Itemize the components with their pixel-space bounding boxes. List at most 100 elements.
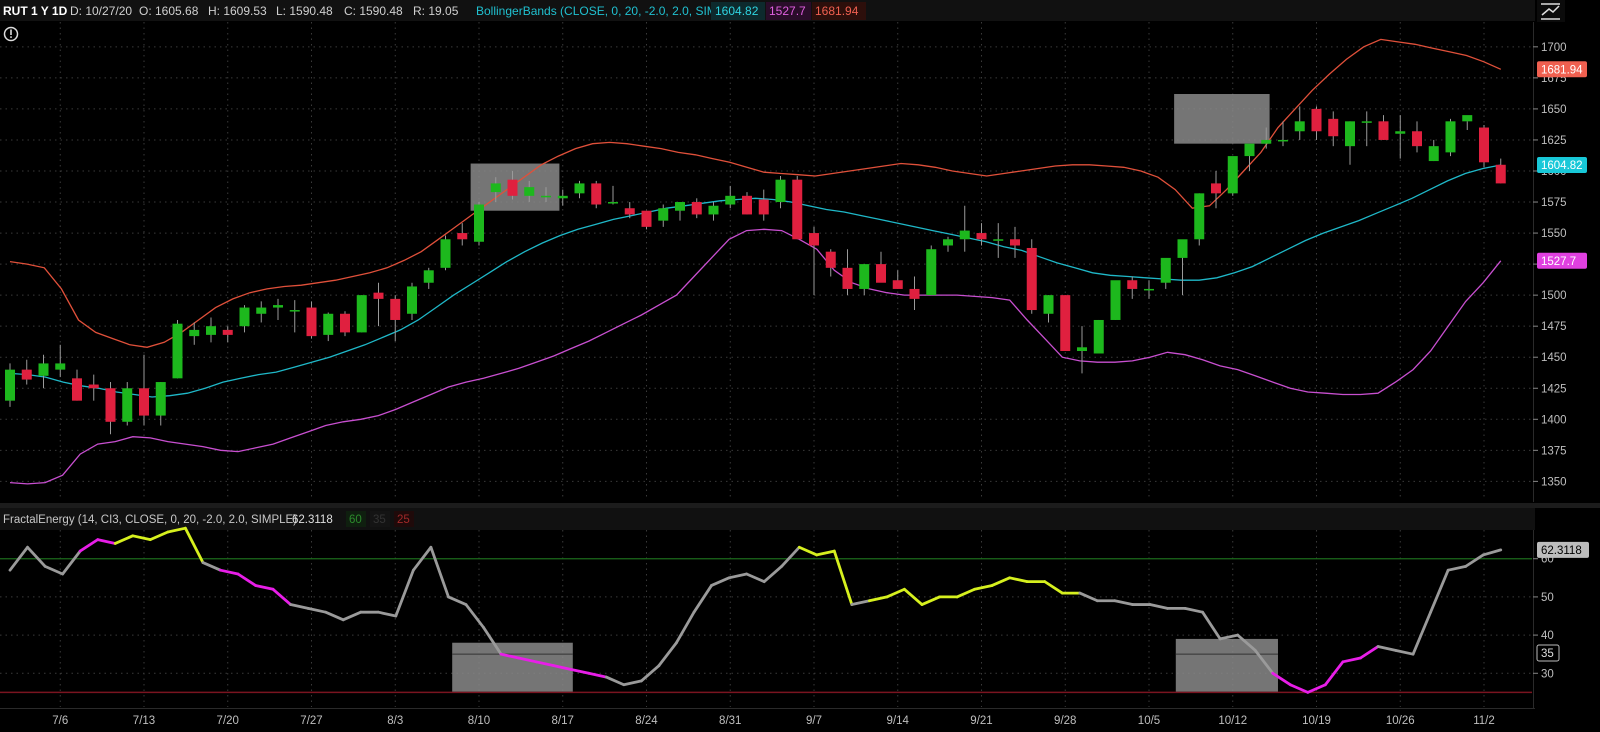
fe-segment (254, 584, 275, 591)
highlight-box (1175, 638, 1278, 692)
svg-text:1604.82: 1604.82 (1541, 160, 1583, 172)
candle-up (943, 236, 953, 252)
fe-axis-border (1533, 530, 1534, 708)
candle-body (675, 202, 685, 211)
time-axis[interactable]: 7/6 7/13 7/20 7/27 8/3 8/10 8/17 8/24 8/31 9/7 9/1… (52, 715, 1495, 727)
high-label: H: 1609.53 (208, 4, 267, 18)
candle-body (457, 233, 468, 240)
fe-segment (96, 538, 117, 545)
candle-body (1311, 108, 1322, 132)
candle-down (373, 282, 384, 327)
price-tick-label: 1450 (1541, 352, 1567, 364)
candle-up (1445, 118, 1456, 157)
fe-segment (797, 545, 819, 557)
lower-band-line (9, 228, 1502, 485)
candle-up (725, 185, 736, 209)
price-tick-label: 1425 (1541, 383, 1567, 395)
candle-body (1227, 156, 1238, 194)
symbol-label[interactable]: RUT 1 Y 1D (3, 4, 68, 18)
fe-segment (131, 534, 152, 542)
candle-up (1077, 326, 1087, 374)
fractal-study-label[interactable]: FractalEnergy (14, CI3, CLOSE, 0, 20, -2… (3, 514, 297, 526)
bollinger-study-label[interactable]: BollingerBands (CLOSE, 0, 20, -2.0, 2.0,… (476, 4, 743, 18)
candle-up (256, 301, 267, 323)
date-tick-label: 7/20 (217, 715, 239, 727)
candle-body (1294, 121, 1305, 132)
fe-segment (675, 610, 696, 645)
fe-segment (376, 610, 398, 618)
candle-body (1093, 319, 1104, 354)
level-lo-label: 25 (397, 514, 410, 526)
candle-up (1177, 239, 1188, 296)
candle-up (1361, 111, 1372, 147)
candle-up (122, 382, 133, 426)
candle-body (1361, 121, 1372, 123)
candle-down (758, 189, 769, 221)
fe-segment (394, 568, 415, 618)
fe-segment (26, 545, 47, 568)
candle-body (1211, 183, 1221, 194)
fe-segment (955, 587, 977, 599)
candle-up (775, 175, 786, 209)
candle-body (959, 230, 970, 240)
date-tick-label: 8/31 (719, 715, 741, 727)
candle-down (892, 270, 903, 289)
fe-segment (973, 584, 994, 591)
candle-body (1462, 115, 1473, 122)
date-tick-label: 9/21 (970, 715, 992, 727)
candle-down (792, 175, 803, 240)
fe-segment (587, 671, 608, 679)
fe-segment (1394, 648, 1415, 656)
fe-segment (990, 576, 1012, 587)
candle-body (825, 251, 836, 268)
fe-segment (1323, 660, 1345, 687)
candle-down (1010, 226, 1020, 258)
candle-down (1378, 115, 1389, 140)
candle-body (490, 183, 501, 193)
fe-segment (183, 526, 205, 564)
upper-value-label: 1681.94 (815, 4, 859, 18)
date-tick-label: 7/13 (133, 715, 155, 727)
candle-down (222, 326, 233, 343)
pane-separator[interactable] (0, 503, 1600, 508)
candle-down (1495, 158, 1506, 184)
candle-up (289, 300, 300, 333)
candle-body (1043, 295, 1054, 314)
fe-segment (1376, 645, 1397, 652)
price-tick-label: 1575 (1541, 197, 1567, 209)
candle-body (758, 199, 769, 215)
expand-chart-icon[interactable] (1537, 0, 1565, 22)
candle-body (474, 204, 484, 242)
fe-level-badge: 35 (1536, 644, 1560, 662)
upper-band-line (9, 38, 1502, 348)
mid-band-badge: 1604.82 (1537, 157, 1587, 174)
candle-body (574, 183, 585, 194)
candle-body (88, 384, 99, 389)
fe-segment (219, 568, 240, 576)
candle-up (1345, 121, 1355, 165)
chart-canvas[interactable]: RUT 1 Y 1D D: 10/27/20 O: 1605.68 H: 160… (0, 0, 1600, 732)
candle-body (624, 208, 635, 215)
candle-down (88, 374, 99, 401)
candle-up (1227, 156, 1238, 196)
candle-up (1428, 139, 1439, 162)
alert-info-icon[interactable] (3, 26, 19, 42)
candle-body (423, 270, 434, 283)
candle-body (859, 264, 870, 289)
candle-up (423, 267, 434, 289)
candle-body (1479, 127, 1489, 163)
open-label: O: 1605.68 (139, 4, 199, 18)
candle-body (1060, 295, 1071, 352)
candle-body (122, 388, 133, 422)
fe-segment (569, 668, 591, 675)
candle-body (5, 369, 15, 401)
candle-up (155, 382, 166, 426)
candle-down (641, 210, 652, 230)
candle-body (38, 363, 49, 376)
fe-segment (1288, 683, 1310, 694)
fe-segment (201, 561, 222, 572)
candle-body (1261, 139, 1272, 144)
date-tick-label: 10/19 (1302, 715, 1331, 727)
candle-body (1026, 247, 1037, 311)
candle-body (222, 329, 233, 335)
